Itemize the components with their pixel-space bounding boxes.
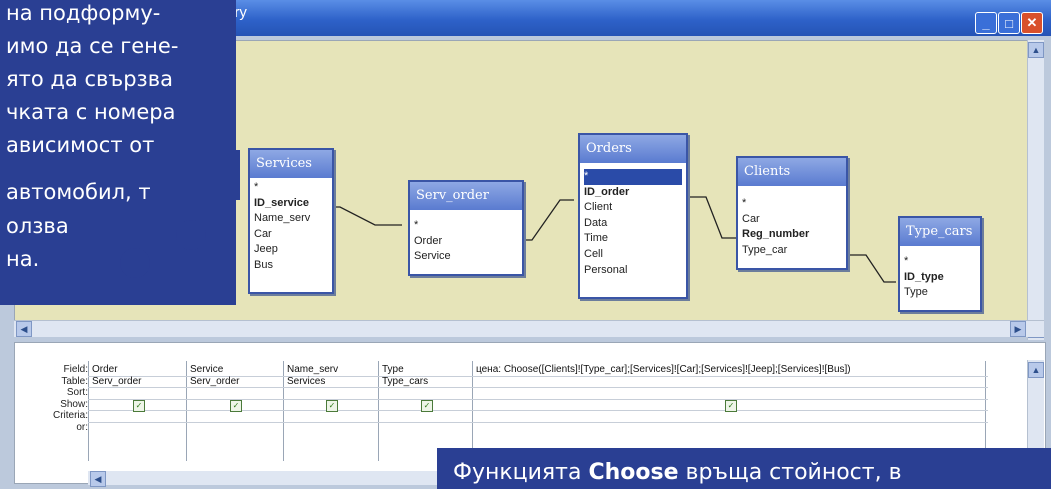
grid-table-cell[interactable]: Type_cars [382,376,468,388]
field-item[interactable]: * [254,180,328,196]
grid-table-cell[interactable]: Serv_order [190,376,280,388]
field-item[interactable]: Order [414,234,518,250]
grid-row-labels: Field: Table: Sort: Show: Criteria: or: [14,364,88,433]
diagram-vertical-scrollbar[interactable]: ▲ ▼ [1027,40,1044,340]
field-item[interactable]: Name_serv [254,211,328,227]
row-label-table: Table: [61,375,88,387]
table-type-cars[interactable]: Type_cars * ID_type Type [898,216,982,312]
show-checkbox[interactable]: ✓ [326,400,338,412]
field-item[interactable]: ID_type [904,270,976,286]
diagram-horizontal-scrollbar[interactable]: ◀ ▶ [14,320,1044,337]
field-item[interactable]: Jeep [254,242,328,258]
row-label-sort: Sort: [66,387,88,398]
callout-text-line: чката с номера [6,100,176,124]
field-item[interactable]: * [414,218,518,234]
table-header[interactable]: Orders [580,135,686,163]
grid-row-divider [88,399,988,400]
table-header[interactable]: Serv_order [410,182,522,210]
scroll-right-icon[interactable]: ▶ [1010,321,1026,337]
callout-text-line: на. [6,247,40,271]
scroll-left-icon[interactable]: ◀ [90,471,106,487]
field-item[interactable]: Data [584,216,682,232]
field-item[interactable]: Bus [254,258,328,274]
show-checkbox[interactable]: ✓ [230,400,242,412]
callout-extension [150,150,240,200]
table-header[interactable]: Services [250,150,332,178]
field-item[interactable]: ID_order [584,185,682,201]
row-label-criteria: Criteria: [52,410,88,421]
scroll-up-icon[interactable]: ▲ [1028,362,1044,378]
field-item[interactable]: Time [584,231,682,247]
show-checkbox[interactable]: ✓ [133,400,145,412]
callout-text-line: ято да свързва [6,67,173,91]
grid-row-divider [88,422,988,423]
row-label-show: Show: [60,398,88,410]
bottom-callout: Функцията Choose връща стойност, в [437,448,1051,489]
field-item[interactable]: Cell [584,247,682,263]
puzzle-notch [176,220,206,250]
field-item[interactable]: Personal [584,263,682,279]
table-services[interactable]: Services * ID_service Name_serv Car Jeep… [248,148,334,294]
field-item[interactable]: Type [904,285,976,301]
scroll-up-icon[interactable]: ▲ [1028,42,1044,58]
field-item[interactable]: * [584,169,682,185]
callout-text-line: олзва [6,214,69,238]
field-item[interactable]: * [904,254,976,270]
callout-text-line: имо да се гене- [6,34,179,58]
row-label-or: or: [76,421,88,433]
grid-field-cell[interactable]: Name_serv [287,364,375,376]
field-item[interactable]: Reg_number [742,227,842,243]
grid-field-cell[interactable]: Service [190,364,280,376]
field-item[interactable]: * [742,196,842,212]
grid-field-cell[interactable]: Order [92,364,182,376]
field-item[interactable]: Car [742,212,842,228]
grid-row-divider [88,410,988,411]
callout-text-line: автомобил, то [6,180,164,204]
scroll-left-icon[interactable]: ◀ [16,321,32,337]
table-orders[interactable]: Orders * ID_order Client Data Time Cell … [578,133,688,299]
field-item[interactable]: Service [414,249,518,265]
grid-table-cell[interactable]: Serv_order [92,376,182,388]
field-item[interactable]: Client [584,200,682,216]
grid-field-cell[interactable]: цена: Choose([Clients]![Type_car];[Servi… [476,364,981,376]
table-header[interactable]: Type_cars [900,218,980,246]
field-item[interactable]: Type_car [742,243,842,259]
grid-table-cell[interactable]: Services [287,376,375,388]
field-item[interactable]: ID_service [254,196,328,212]
show-checkbox[interactable]: ✓ [725,400,737,412]
callout-text-line: ависимост от [6,133,155,157]
puzzle-notch [120,248,150,278]
table-header[interactable]: Clients [738,158,846,186]
field-item[interactable]: Car [254,227,328,243]
grid-field-cell[interactable]: Type [382,364,468,376]
show-checkbox[interactable]: ✓ [421,400,433,412]
row-label-field: Field: [63,364,88,375]
grid-horizontal-scrollbar[interactable]: ◀ [88,471,438,487]
bottom-callout-text: Функцията Choose връща стойност, в [453,460,902,485]
callout-text-line: на подформу- [6,1,161,25]
table-serv-order[interactable]: Serv_order * Order Service [408,180,524,276]
table-clients[interactable]: Clients * Car Reg_number Type_car [736,156,848,270]
grid-vertical-scrollbar[interactable]: ▲ [1027,360,1044,450]
